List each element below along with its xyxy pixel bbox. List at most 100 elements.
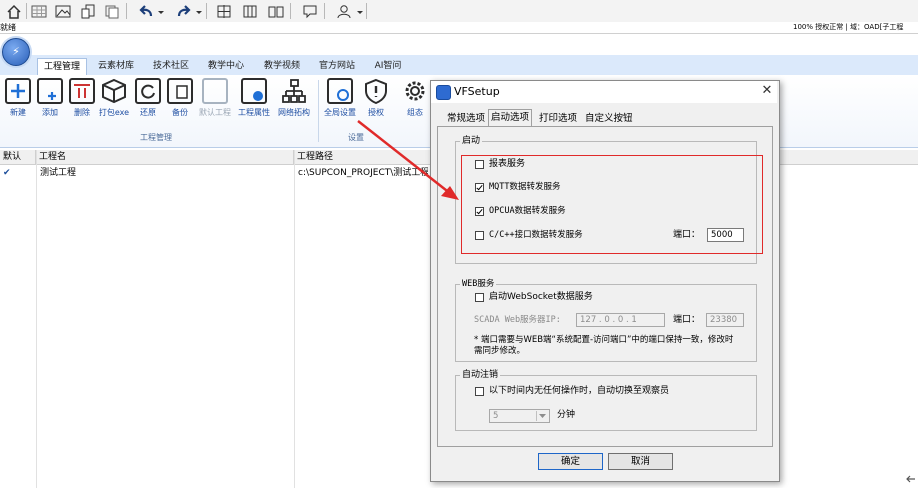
global-settings-button[interactable]: 全局设置 — [324, 78, 356, 118]
delete-label: 删除 — [74, 108, 90, 117]
tab-teaching-video[interactable]: 教学视频 — [258, 58, 306, 75]
web-port-note: * 端口需要与WEB端“系统配置-访问端口”中的端口保持一致，修改时需同步修改。 — [474, 335, 734, 356]
tab-tech-community[interactable]: 技术社区 — [147, 58, 195, 75]
chat-icon[interactable] — [300, 2, 320, 21]
tab-cloud-assets[interactable]: 云素材库 — [91, 58, 141, 75]
app-menu-button[interactable]: ⚡ — [2, 38, 30, 66]
column-divider — [36, 150, 37, 488]
global-settings-icon — [327, 78, 353, 104]
network-icon — [281, 78, 307, 104]
project-properties-label: 工程属性 — [238, 108, 270, 117]
arrow-left-icon[interactable] — [905, 474, 917, 484]
tab-teaching-center[interactable]: 教学中心 — [202, 58, 250, 75]
default-project-button[interactable]: 默认工程 — [199, 78, 231, 118]
logout-minutes-select[interactable]: 5 — [489, 409, 550, 423]
license-button[interactable]: 授权 — [360, 78, 392, 118]
backup-icon — [167, 78, 193, 104]
default-checkmark-icon: ✔ — [3, 168, 11, 178]
configure-button[interactable]: 组态 — [399, 78, 431, 118]
toolbar-separator — [206, 3, 207, 19]
align-horizontal-icon[interactable] — [214, 2, 234, 21]
backup-button[interactable]: 备份 — [164, 78, 196, 118]
properties-icon — [241, 78, 267, 104]
default-project-label: 默认工程 — [199, 108, 231, 117]
logout-minutes-unit: 分钟 — [557, 410, 576, 420]
web-port-label: 端口： — [673, 315, 701, 325]
pack-exe-label: 打包exe — [98, 108, 130, 117]
pack-exe-button[interactable]: 打包exe — [98, 78, 130, 118]
status-bar — [0, 22, 918, 34]
highlight-box — [461, 155, 763, 254]
project-properties-button[interactable]: 工程属性 — [238, 78, 270, 118]
toolbar-separator — [366, 3, 367, 19]
image-icon[interactable] — [53, 2, 73, 21]
new-icon — [5, 78, 31, 104]
close-icon[interactable]: ✕ — [760, 83, 774, 99]
scada-ip-label: SCADA Web服务器IP: — [474, 315, 561, 325]
websocket-checkbox[interactable] — [475, 293, 484, 302]
tab-startup-options[interactable]: 启动选项 — [488, 109, 533, 127]
undo-dropdown-icon[interactable] — [156, 2, 166, 21]
tab-ai-ask[interactable]: AI智问 — [368, 58, 408, 75]
undo-icon[interactable] — [136, 2, 156, 21]
tab-project-management[interactable]: 工程管理 — [37, 58, 87, 76]
new-label: 新建 — [10, 108, 26, 117]
cancel-button[interactable]: 取消 — [608, 453, 673, 470]
restore-button[interactable]: 还原 — [132, 78, 164, 118]
scada-ip-input[interactable]: 127 . 0 . 0 . 1 — [576, 313, 665, 327]
home-icon[interactable] — [4, 2, 24, 21]
book-icon[interactable] — [266, 2, 286, 21]
add-button[interactable]: 添加 — [34, 78, 66, 118]
auto-logout-legend: 自动注销 — [460, 370, 501, 381]
logout-minutes-value: 5 — [493, 411, 499, 421]
ribbon-group-divider — [318, 80, 319, 142]
auto-logout-checkbox[interactable] — [475, 387, 484, 396]
copy-icon[interactable] — [102, 2, 122, 21]
chevron-down-icon — [536, 411, 548, 421]
user-dropdown-icon[interactable] — [355, 2, 365, 21]
restore-label: 还原 — [140, 108, 156, 117]
network-topology-button[interactable]: 网络拓构 — [278, 78, 310, 118]
ribbon-group-project-management: 工程管理 — [140, 133, 172, 142]
new-button[interactable]: 新建 — [2, 78, 34, 118]
delete-button[interactable]: 删除 — [66, 78, 98, 118]
quick-access-toolbar — [0, 0, 918, 23]
default-project-icon — [202, 78, 228, 104]
backup-label: 备份 — [172, 108, 188, 117]
grid-icon[interactable] — [29, 2, 49, 21]
app-icon — [436, 85, 451, 100]
restore-icon — [135, 78, 161, 104]
trash-icon — [69, 78, 95, 104]
user-icon[interactable] — [334, 2, 354, 21]
export-icon[interactable] — [78, 2, 98, 21]
web-service-legend: WEB服务 — [460, 279, 497, 290]
cube-icon — [101, 78, 127, 104]
column-header-name[interactable]: 工程名 — [36, 150, 294, 164]
configure-label: 组态 — [407, 108, 423, 117]
align-vertical-icon[interactable] — [240, 2, 260, 21]
shield-icon — [363, 78, 389, 104]
dialog-title: VFSetup — [454, 85, 500, 98]
toolbar-separator — [324, 3, 325, 19]
gear-icon — [402, 78, 428, 104]
tab-print-options[interactable]: 打印选项 — [537, 111, 579, 126]
websocket-label: 启动WebSocket数据服务 — [489, 292, 593, 302]
status-text: 就绪 — [0, 23, 16, 32]
toolbar-separator — [126, 3, 127, 19]
ok-button[interactable]: 确定 — [538, 453, 603, 470]
tab-custom-buttons[interactable]: 自定义按钮 — [583, 111, 635, 126]
add-project-icon — [37, 78, 63, 104]
network-topology-label: 网络拓构 — [278, 108, 310, 117]
annotation-arrow-icon — [357, 120, 459, 200]
redo-icon[interactable] — [174, 2, 194, 21]
column-header-default[interactable]: 默认 — [0, 150, 36, 164]
project-name-cell[interactable]: 测试工程 — [37, 166, 290, 180]
lightning-icon: ⚡ — [12, 45, 20, 58]
column-divider — [294, 150, 295, 488]
redo-dropdown-icon[interactable] — [194, 2, 204, 21]
web-port-input[interactable]: 23380 — [706, 313, 744, 327]
global-settings-label: 全局设置 — [324, 108, 356, 117]
tab-official-site[interactable]: 官方网站 — [313, 58, 361, 75]
license-label: 授权 — [368, 108, 384, 117]
license-status: 100% 授权正常 | 域：OAD[子工程 — [793, 23, 904, 31]
